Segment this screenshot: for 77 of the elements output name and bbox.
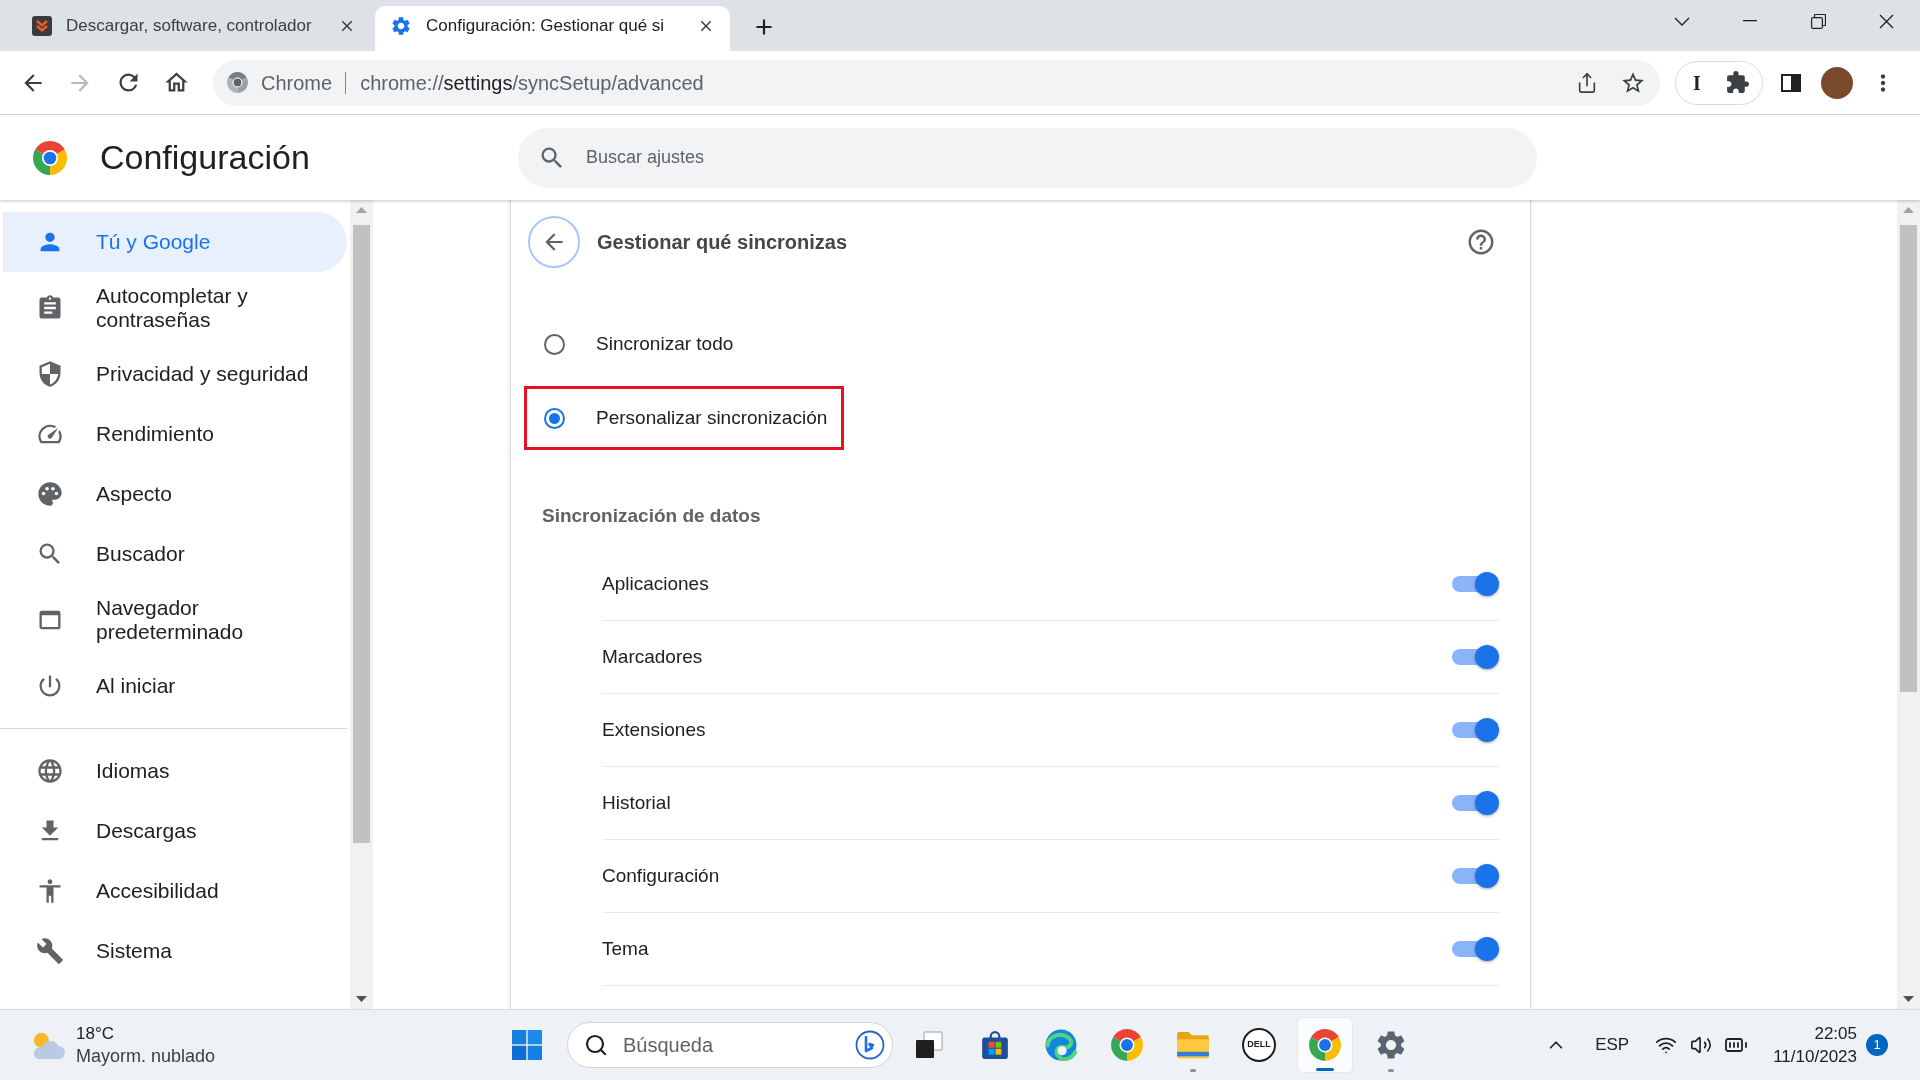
share-icon[interactable] xyxy=(1576,71,1598,94)
sidebar-item[interactable]: Aspecto xyxy=(3,464,347,524)
sidebar-item[interactable]: Navegador predeterminado xyxy=(3,584,347,656)
browser-logo-icon xyxy=(33,140,67,175)
panel-title: Gestionar qué sincronizas xyxy=(597,230,848,255)
site-favicon-icon xyxy=(32,16,52,36)
volume-icon[interactable] xyxy=(1690,1034,1713,1056)
scrollbar-thumb[interactable] xyxy=(1900,225,1917,692)
scroll-down-icon[interactable] xyxy=(356,996,367,1002)
browser-tab[interactable]: Configuración: Gestionar qué si xyxy=(375,6,730,51)
sidebar-item[interactable]: Privacidad y seguridad xyxy=(3,344,347,404)
palette-icon xyxy=(36,480,64,508)
sidebar-item[interactable]: Tú y Google xyxy=(3,212,347,272)
sidebar-item[interactable]: Idiomas xyxy=(3,741,347,801)
page-title: Configuración xyxy=(100,137,310,178)
clock-date[interactable]: 11/10/2023 xyxy=(1773,1045,1857,1068)
sync-item-label: Configuración xyxy=(602,863,720,888)
radio-label: Sincronizar todo xyxy=(596,331,734,356)
avatar-icon[interactable] xyxy=(1821,66,1853,99)
toggle-switch[interactable] xyxy=(1452,864,1499,888)
puzzle-icon[interactable] xyxy=(1725,70,1750,95)
radio-label: Personalizar sincronización xyxy=(596,405,828,430)
taskbar-search-field[interactable]: Búsqueda xyxy=(567,1022,893,1068)
sidebar-item[interactable]: Al iniciar xyxy=(3,656,347,716)
wrench-icon xyxy=(36,937,64,965)
side-panel-icon[interactable] xyxy=(1781,73,1801,92)
radio-button[interactable] xyxy=(544,333,565,355)
sync-item-label: Historial xyxy=(602,790,671,815)
sync-item-label: Marcadores xyxy=(602,644,703,669)
browser-logo-icon xyxy=(1111,1029,1143,1061)
scroll-down-icon[interactable] xyxy=(1903,996,1914,1002)
clock-time[interactable]: 22:05 xyxy=(1814,1022,1857,1045)
gear-icon xyxy=(390,15,412,37)
chevron-down-icon[interactable] xyxy=(1674,16,1690,26)
search-icon xyxy=(584,1033,608,1057)
section-heading: Sincronización de datos xyxy=(542,504,761,528)
sidebar-item[interactable]: Accesibilidad xyxy=(3,861,347,921)
site-info-icon[interactable] xyxy=(227,72,248,93)
sidebar-item[interactable]: Sistema xyxy=(3,921,347,981)
overlapping-windows-icon xyxy=(915,1031,943,1059)
help-icon[interactable] xyxy=(1466,227,1496,257)
dell-logo: DELL xyxy=(1242,1028,1276,1062)
language-indicator[interactable]: ESP xyxy=(1595,1032,1630,1058)
notification-count[interactable]: 1 xyxy=(1866,1034,1888,1056)
taskbar-app-button[interactable]: DELL xyxy=(1231,1017,1287,1073)
restore-icon[interactable] xyxy=(1810,13,1826,29)
sidebar-item[interactable]: Descargas xyxy=(3,801,347,861)
browser-logo-icon xyxy=(1309,1029,1341,1061)
toggle-switch[interactable] xyxy=(1452,718,1499,742)
swirl-logo-icon xyxy=(1045,1029,1077,1061)
toggle-switch[interactable] xyxy=(1452,572,1499,596)
scrollbar-thumb[interactable] xyxy=(353,225,370,843)
address-bar[interactable]: Chrome chrome://settings/syncSetup/advanced xyxy=(213,59,1660,106)
temperature-text: 18°C xyxy=(76,1023,114,1045)
minimize-icon[interactable] xyxy=(1743,20,1757,22)
assistant-icon[interactable] xyxy=(855,1030,885,1060)
search-field[interactable]: Buscar ajustes xyxy=(518,127,1537,188)
windows-start-icon[interactable] xyxy=(512,1030,542,1060)
close-icon[interactable] xyxy=(1878,13,1894,29)
sync-item-label: Extensiones xyxy=(602,717,706,742)
url-text: chrome://settings/syncSetup/advanced xyxy=(360,70,704,96)
site-label: Chrome xyxy=(261,70,333,96)
toggle-switch[interactable] xyxy=(1452,645,1499,669)
folder-icon xyxy=(1176,1030,1210,1060)
sync-item-label: Aplicaciones xyxy=(602,571,709,596)
back-button[interactable] xyxy=(528,216,580,268)
sidebar-item[interactable]: Autocompletar y contraseñas xyxy=(3,272,347,344)
radio-button[interactable] xyxy=(544,407,565,429)
toggle-switch[interactable] xyxy=(1452,791,1499,815)
toggle-switch[interactable] xyxy=(1452,937,1499,961)
globe-icon xyxy=(36,757,64,785)
weather-condition: Mayorm. nublado xyxy=(76,1045,216,1068)
sync-item-label: Tema xyxy=(602,936,649,961)
sidebar-item[interactable]: Buscador xyxy=(3,524,347,584)
browser-tab[interactable]: Descargar, software, controlador xyxy=(16,6,371,51)
sidebar-item[interactable]: Rendimiento xyxy=(3,404,347,464)
shopping-bag-icon xyxy=(980,1030,1010,1060)
